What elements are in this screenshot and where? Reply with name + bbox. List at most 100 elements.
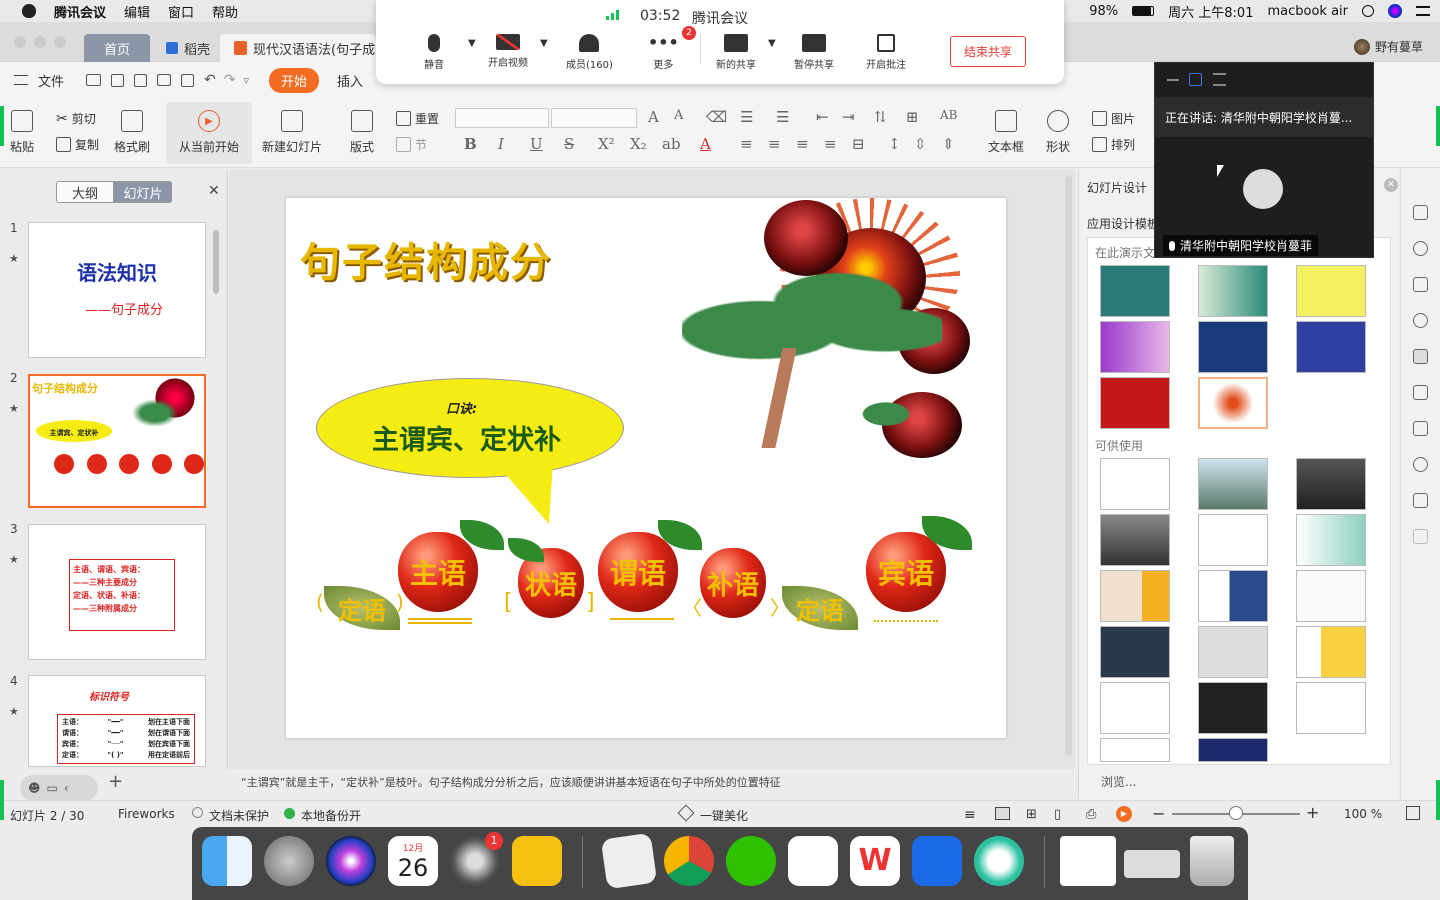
copy-button[interactable]: 复制 <box>56 136 99 153</box>
normal-view-icon[interactable] <box>995 807 1010 820</box>
add-slide-icon[interactable]: + <box>108 771 123 792</box>
template-thumb[interactable] <box>1296 265 1366 317</box>
increase-indent-icon[interactable]: ⇥ <box>842 108 855 126</box>
italic-icon[interactable]: I <box>498 135 504 153</box>
tab-insert[interactable]: 插入 <box>337 71 363 90</box>
chrome-icon[interactable] <box>664 836 714 886</box>
number-list-icon[interactable]: ☰ <box>776 108 789 126</box>
align-text-icon[interactable]: ⇕ <box>942 135 955 153</box>
shape-button[interactable]: 形状 <box>1046 110 1070 155</box>
slide-thumbnail-4[interactable]: 标识符号 主语： "━━" 划在主语下面 谓语： "━━" 划在谓语下面 宾语： "┈┈"… <box>28 675 206 767</box>
template-thumb[interactable] <box>1198 626 1268 678</box>
shrink-font-icon[interactable]: A <box>674 108 683 123</box>
wps-office-icon[interactable]: W <box>850 836 900 886</box>
grow-font-icon[interactable]: A <box>648 108 659 126</box>
line-spacing-icon[interactable]: ↕ <box>888 135 901 153</box>
design-icon[interactable] <box>1413 205 1428 220</box>
new-slide-button[interactable]: 新建幻灯片 <box>262 110 322 155</box>
template-thumb-fireworks[interactable] <box>1198 377 1268 429</box>
window-zoom-button[interactable] <box>54 36 66 48</box>
subscript-icon[interactable]: X₂ <box>630 135 647 153</box>
slide-thumbnail-2[interactable]: 句子结构成分 主谓宾、定状补 <box>28 374 206 508</box>
settings-sliders-icon[interactable] <box>1413 421 1428 436</box>
slide-thumbnail-1[interactable]: 语法知识 ——句子成分 <box>28 222 206 358</box>
text-wrap-icon[interactable]: AB <box>940 108 957 122</box>
template-thumb[interactable] <box>1198 265 1268 317</box>
close-panel-icon[interactable]: ✕ <box>208 183 220 199</box>
menubar-item-help[interactable]: 帮助 <box>212 2 238 21</box>
print-preview-icon[interactable] <box>181 73 195 87</box>
columns-icon[interactable]: ⊞ <box>906 108 919 126</box>
zoom-in-icon[interactable]: + <box>1306 803 1319 822</box>
calendar-icon[interactable]: 12月 26 <box>388 836 438 886</box>
tab-start[interactable]: 开始 <box>269 67 320 93</box>
slide-design-icon[interactable] <box>1413 349 1428 364</box>
archive-utility-icon[interactable] <box>512 836 562 886</box>
customize-icon[interactable]: ▿ <box>243 74 249 87</box>
minimize-window-icon[interactable] <box>1167 79 1179 81</box>
save-icon[interactable] <box>111 73 125 87</box>
close-design-panel-icon[interactable]: ✕ <box>1384 178 1398 192</box>
keynote-icon[interactable] <box>788 836 838 886</box>
launchpad-icon[interactable] <box>264 836 314 886</box>
preview-icon[interactable] <box>600 832 658 890</box>
mute-button[interactable]: 静音 <box>424 34 444 71</box>
template-thumb[interactable] <box>1296 321 1366 373</box>
superscript-icon[interactable]: X² <box>598 135 615 153</box>
open-folder-icon[interactable] <box>86 74 102 86</box>
emoji-icon[interactable]: ☻ <box>28 781 41 795</box>
start-video-button[interactable]: 开启视频 <box>488 34 528 69</box>
template-thumb[interactable] <box>1100 265 1170 317</box>
template-thumb[interactable] <box>1100 682 1170 734</box>
current-slide[interactable]: 句子结构成分 口诀: 主谓宾、定状补 主语 状语 谓语 补语 宾语 定语 定语 … <box>286 198 1006 738</box>
siri-icon[interactable] <box>1388 4 1402 18</box>
hamburger-menu-icon[interactable] <box>14 75 28 85</box>
redo-icon[interactable]: ↷ <box>224 72 236 88</box>
template-thumb[interactable] <box>1100 570 1170 622</box>
annotate-button[interactable]: 开启批注 <box>866 34 906 71</box>
zoom-out-icon[interactable]: − <box>1152 804 1165 823</box>
window-minimize-button[interactable] <box>34 36 46 48</box>
play-slideshow-icon[interactable]: ▶ <box>1116 806 1132 822</box>
spotlight-search-icon[interactable] <box>1362 5 1374 17</box>
decrease-indent-icon[interactable]: ⇤ <box>816 108 829 126</box>
speaker-video-window[interactable]: 正在讲话: 清华附中朝阳学校肖蔓... 清华附中朝阳学校肖蔓菲 <box>1154 62 1374 258</box>
tencent-meeting-icon[interactable] <box>912 836 962 886</box>
text-direction-icon[interactable]: ⇅ <box>874 108 887 126</box>
fit-window-icon[interactable] <box>1406 806 1420 820</box>
canvas-scrollbar[interactable] <box>1065 176 1072 756</box>
bold-icon[interactable]: B <box>464 135 477 153</box>
layout-button[interactable]: 版式 <box>350 110 374 155</box>
para-spacing-icon[interactable]: ⇳ <box>914 135 927 153</box>
tab-home[interactable]: 首页 <box>84 34 150 62</box>
underline-icon[interactable]: U <box>530 135 543 153</box>
template-thumb[interactable] <box>1296 626 1366 678</box>
device-name[interactable]: macbook air <box>1267 4 1348 19</box>
justify-icon[interactable]: ≡ <box>824 135 837 153</box>
font-color-icon[interactable]: A <box>700 135 711 153</box>
tab-document[interactable]: 现代汉语语法(句子成分 <box>220 34 376 62</box>
picture-button[interactable]: 图片 <box>1092 110 1135 127</box>
textbox-button[interactable]: 文本框 <box>988 110 1024 155</box>
recent-window-icon[interactable] <box>1124 850 1180 878</box>
template-thumb[interactable] <box>1296 570 1366 622</box>
apple-icon[interactable] <box>22 4 36 18</box>
template-thumb[interactable] <box>1198 321 1268 373</box>
slide-sorter-icon[interactable]: ⊞ <box>1026 807 1037 822</box>
image-icon[interactable] <box>1413 493 1428 508</box>
template-thumb[interactable] <box>1296 682 1366 734</box>
transition-icon[interactable] <box>1413 385 1428 400</box>
menu-file[interactable]: 文件 <box>38 71 64 90</box>
gallery-view-icon[interactable] <box>1189 73 1202 86</box>
object-properties-icon[interactable] <box>1413 277 1428 292</box>
siri-dock-icon[interactable] <box>326 836 376 886</box>
template-thumb[interactable] <box>1100 514 1170 566</box>
comment-icon[interactable]: ▭ <box>47 781 58 795</box>
browse-link[interactable]: 浏览... <box>1101 773 1136 790</box>
export-pdf-icon[interactable] <box>134 73 148 87</box>
paste-button[interactable]: 粘贴 <box>10 110 34 155</box>
one-click-beautify[interactable]: 一键美化 <box>700 807 748 824</box>
template-thumb[interactable] <box>1100 626 1170 678</box>
cut-button[interactable]: ✂ 剪切 <box>56 110 96 127</box>
template-thumb[interactable] <box>1100 458 1170 510</box>
